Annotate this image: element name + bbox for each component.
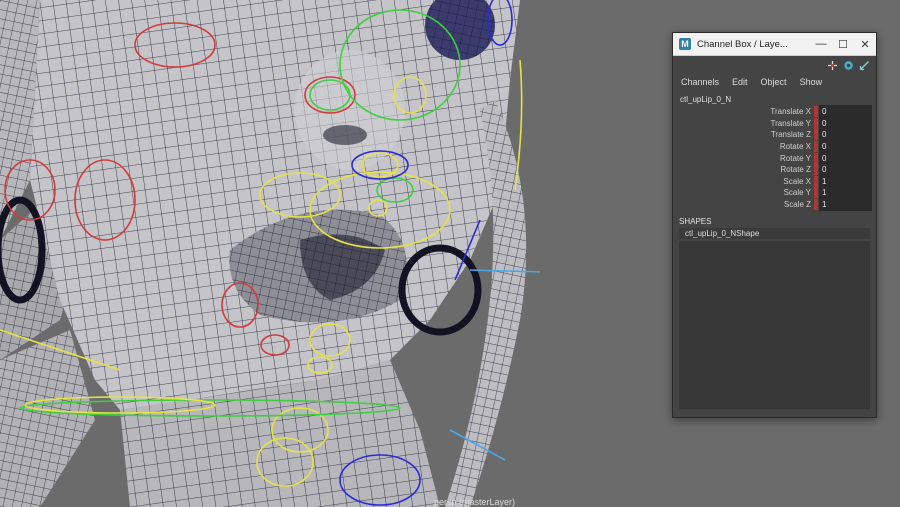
- maximize-button[interactable]: ☐: [832, 33, 854, 55]
- attr-label: Translate X: [770, 107, 811, 117]
- menu-channels[interactable]: Channels: [681, 77, 719, 87]
- shapes-section-header: SHAPES: [679, 217, 712, 227]
- attr-row-scale-z[interactable]: Scale Z: [673, 198, 876, 212]
- attr-row-rotate-z[interactable]: Rotate Z: [673, 163, 876, 177]
- attr-value-field[interactable]: [819, 198, 872, 212]
- attr-label: Rotate X: [779, 142, 811, 152]
- minimize-button[interactable]: —: [810, 33, 832, 55]
- channel-box-toolbar: [673, 56, 876, 74]
- attr-row-rotate-y[interactable]: Rotate Y: [673, 151, 876, 165]
- channel-box-menubar: Channels Edit Object Show: [673, 74, 876, 90]
- attr-label: Rotate Y: [780, 153, 811, 163]
- snap-icon[interactable]: [843, 60, 854, 71]
- camera-label: persp (masterLayer): [434, 497, 516, 507]
- layer-editor-area[interactable]: [679, 241, 870, 409]
- menu-object[interactable]: Object: [761, 77, 787, 87]
- keyed-marker: [814, 117, 818, 129]
- close-button[interactable]: ✕: [854, 33, 876, 55]
- attr-label: Scale Z: [783, 200, 811, 210]
- attr-row-scale-x[interactable]: Scale X: [673, 174, 876, 188]
- menu-show[interactable]: Show: [800, 77, 823, 87]
- keyed-marker: [814, 129, 818, 141]
- maya-app-icon: M: [679, 38, 691, 50]
- attr-row-scale-y[interactable]: Scale Y: [673, 186, 876, 200]
- keyed-marker: [814, 187, 818, 199]
- attr-row-rotate-x[interactable]: Rotate X: [673, 140, 876, 154]
- keyed-marker: [814, 199, 818, 211]
- keyed-marker: [814, 106, 818, 118]
- attr-label: Translate Y: [770, 118, 811, 128]
- window-title: Channel Box / Laye...: [697, 38, 788, 50]
- move-tool-icon[interactable]: [827, 60, 838, 71]
- attr-label: Translate Z: [770, 130, 811, 140]
- menu-edit[interactable]: Edit: [732, 77, 748, 87]
- attr-label: Rotate Z: [780, 165, 811, 175]
- attr-label: Scale Y: [783, 188, 811, 198]
- keyed-marker: [814, 152, 818, 164]
- keyed-marker: [814, 175, 818, 187]
- attr-label: Scale X: [783, 176, 811, 186]
- window-titlebar[interactable]: M Channel Box / Laye... — ☐ ✕: [673, 33, 876, 56]
- selected-node-name[interactable]: ctl_upLip_0_N: [673, 93, 876, 106]
- attr-row-translate-z[interactable]: Translate Z: [673, 128, 876, 142]
- shape-node-item[interactable]: ctl_upLip_0_NShape: [679, 228, 870, 240]
- keyed-marker: [814, 164, 818, 176]
- keyed-marker: [814, 141, 818, 153]
- attr-row-translate-x[interactable]: Translate X: [673, 105, 876, 119]
- channel-box-window[interactable]: M Channel Box / Laye... — ☐ ✕ Channels E…: [672, 32, 877, 418]
- attribute-list: Translate X Translate Y Translate Z Rota…: [673, 105, 876, 212]
- attr-row-translate-y[interactable]: Translate Y: [673, 116, 876, 130]
- edit-icon[interactable]: [859, 60, 870, 71]
